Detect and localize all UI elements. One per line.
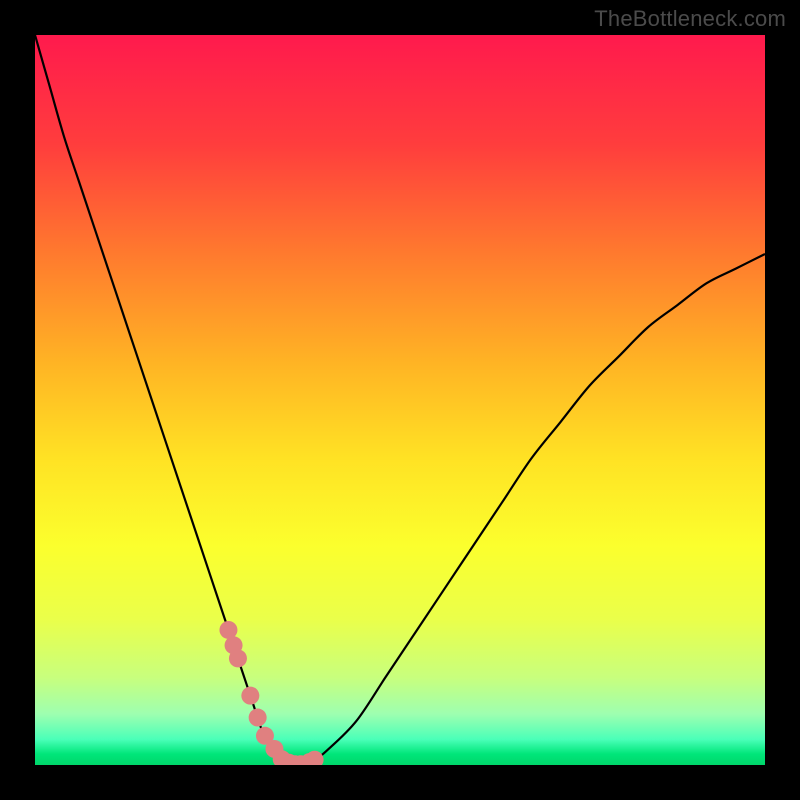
curve-marker (249, 709, 267, 727)
curve-marker (219, 621, 237, 639)
curve-marker (306, 751, 324, 765)
bottleneck-curve (35, 35, 765, 765)
curve-marker (229, 649, 247, 667)
curve-marker (241, 687, 259, 705)
watermark-text: TheBottleneck.com (594, 6, 786, 32)
plot-area (35, 35, 765, 765)
chart-frame: TheBottleneck.com (0, 0, 800, 800)
